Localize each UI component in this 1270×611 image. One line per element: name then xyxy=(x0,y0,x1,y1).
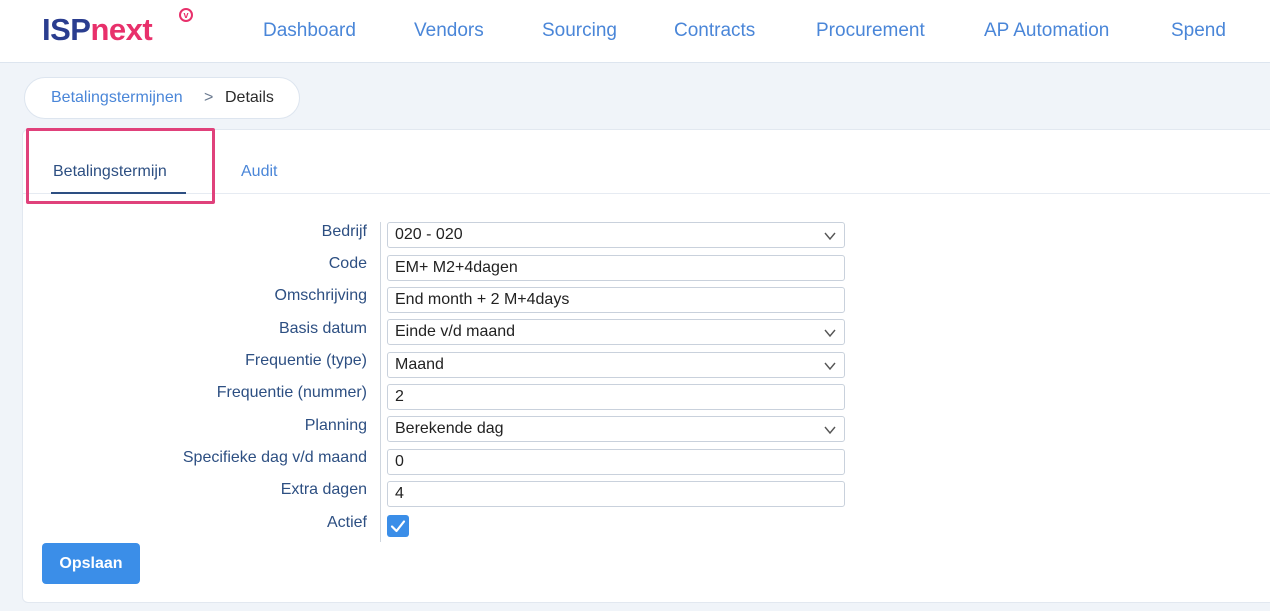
code-input[interactable]: EM+ M2+4dagen xyxy=(387,255,845,281)
omschrijving-input[interactable]: End month + 2 M+4days xyxy=(387,287,845,313)
omschrijving-input-value: End month + 2 M+4days xyxy=(395,291,570,308)
basis-datum-select-value: Einde v/d maand xyxy=(395,323,516,340)
label-code: Code xyxy=(328,255,367,272)
nav-procurement[interactable]: Procurement xyxy=(816,20,925,42)
basis-datum-select[interactable]: Einde v/d maand xyxy=(387,319,845,345)
bedrijf-select-value: 020 - 020 xyxy=(395,226,463,243)
chevron-down-icon xyxy=(824,232,836,241)
logo-text-next: next xyxy=(90,12,153,47)
planning-select[interactable]: Berekende dag xyxy=(387,416,845,442)
specifieke-dag-input-value: 0 xyxy=(395,453,404,470)
specifieke-dag-input[interactable]: 0 xyxy=(387,449,845,475)
breadcrumb-current-details: Details xyxy=(225,89,274,106)
checkmark-icon xyxy=(390,520,406,533)
label-planning: Planning xyxy=(304,417,367,434)
label-basis-datum: Basis datum xyxy=(278,320,367,337)
frequentie-type-select[interactable]: Maand xyxy=(387,352,845,378)
save-button[interactable]: Opslaan xyxy=(42,543,140,584)
label-omschrijving: Omschrijving xyxy=(274,287,367,304)
frequentie-type-select-value: Maand xyxy=(395,356,444,373)
logo-text-isp: ISP xyxy=(42,12,91,47)
label-frequentie-nummer: Frequentie (nummer) xyxy=(216,384,367,401)
label-frequentie-type: Frequentie (type) xyxy=(245,352,367,369)
code-input-value: EM+ M2+4dagen xyxy=(395,259,518,276)
chevron-down-icon xyxy=(824,329,836,338)
label-specifieke-dag: Specifieke dag v/d maand xyxy=(182,449,367,466)
form-divider xyxy=(380,222,381,542)
nav-dashboard[interactable]: Dashboard xyxy=(263,20,356,42)
nav-spend[interactable]: Spend xyxy=(1171,20,1226,42)
top-navigation-bar: ISPnext v Dashboard Vendors Sourcing Con… xyxy=(0,0,1270,63)
actief-checkbox[interactable] xyxy=(387,515,409,537)
extra-dagen-input[interactable]: 4 xyxy=(387,481,845,507)
breadcrumb-link-betalingstermijnen[interactable]: Betalingstermijnen xyxy=(51,78,183,118)
label-actief: Actief xyxy=(326,514,367,531)
label-bedrijf: Bedrijf xyxy=(321,223,367,240)
frequentie-nummer-input-value: 2 xyxy=(395,388,404,405)
nav-vendors[interactable]: Vendors xyxy=(414,20,484,42)
bedrijf-select[interactable]: 020 - 020 xyxy=(387,222,845,248)
nav-ap-automation[interactable]: AP Automation xyxy=(984,20,1109,42)
breadcrumb-separator: > xyxy=(204,89,214,106)
label-extra-dagen: Extra dagen xyxy=(280,481,367,498)
nav-contracts[interactable]: Contracts xyxy=(674,20,755,42)
chevron-down-icon xyxy=(824,362,836,371)
ispnext-logo[interactable]: ISPnext v xyxy=(42,8,193,52)
nav-sourcing[interactable]: Sourcing xyxy=(542,20,617,42)
details-card: Betalingstermijn Audit Bedrijf Code Omsc… xyxy=(22,129,1270,603)
breadcrumb: Betalingstermijnen > Details xyxy=(24,77,300,119)
heart-badge-icon: v xyxy=(179,8,193,22)
form-labels: Bedrijf Code Omschrijving Basis datum Fr… xyxy=(27,130,367,604)
extra-dagen-input-value: 4 xyxy=(395,485,404,502)
frequentie-nummer-input[interactable]: 2 xyxy=(387,384,845,410)
chevron-down-icon xyxy=(824,426,836,435)
planning-select-value: Berekende dag xyxy=(395,420,504,437)
